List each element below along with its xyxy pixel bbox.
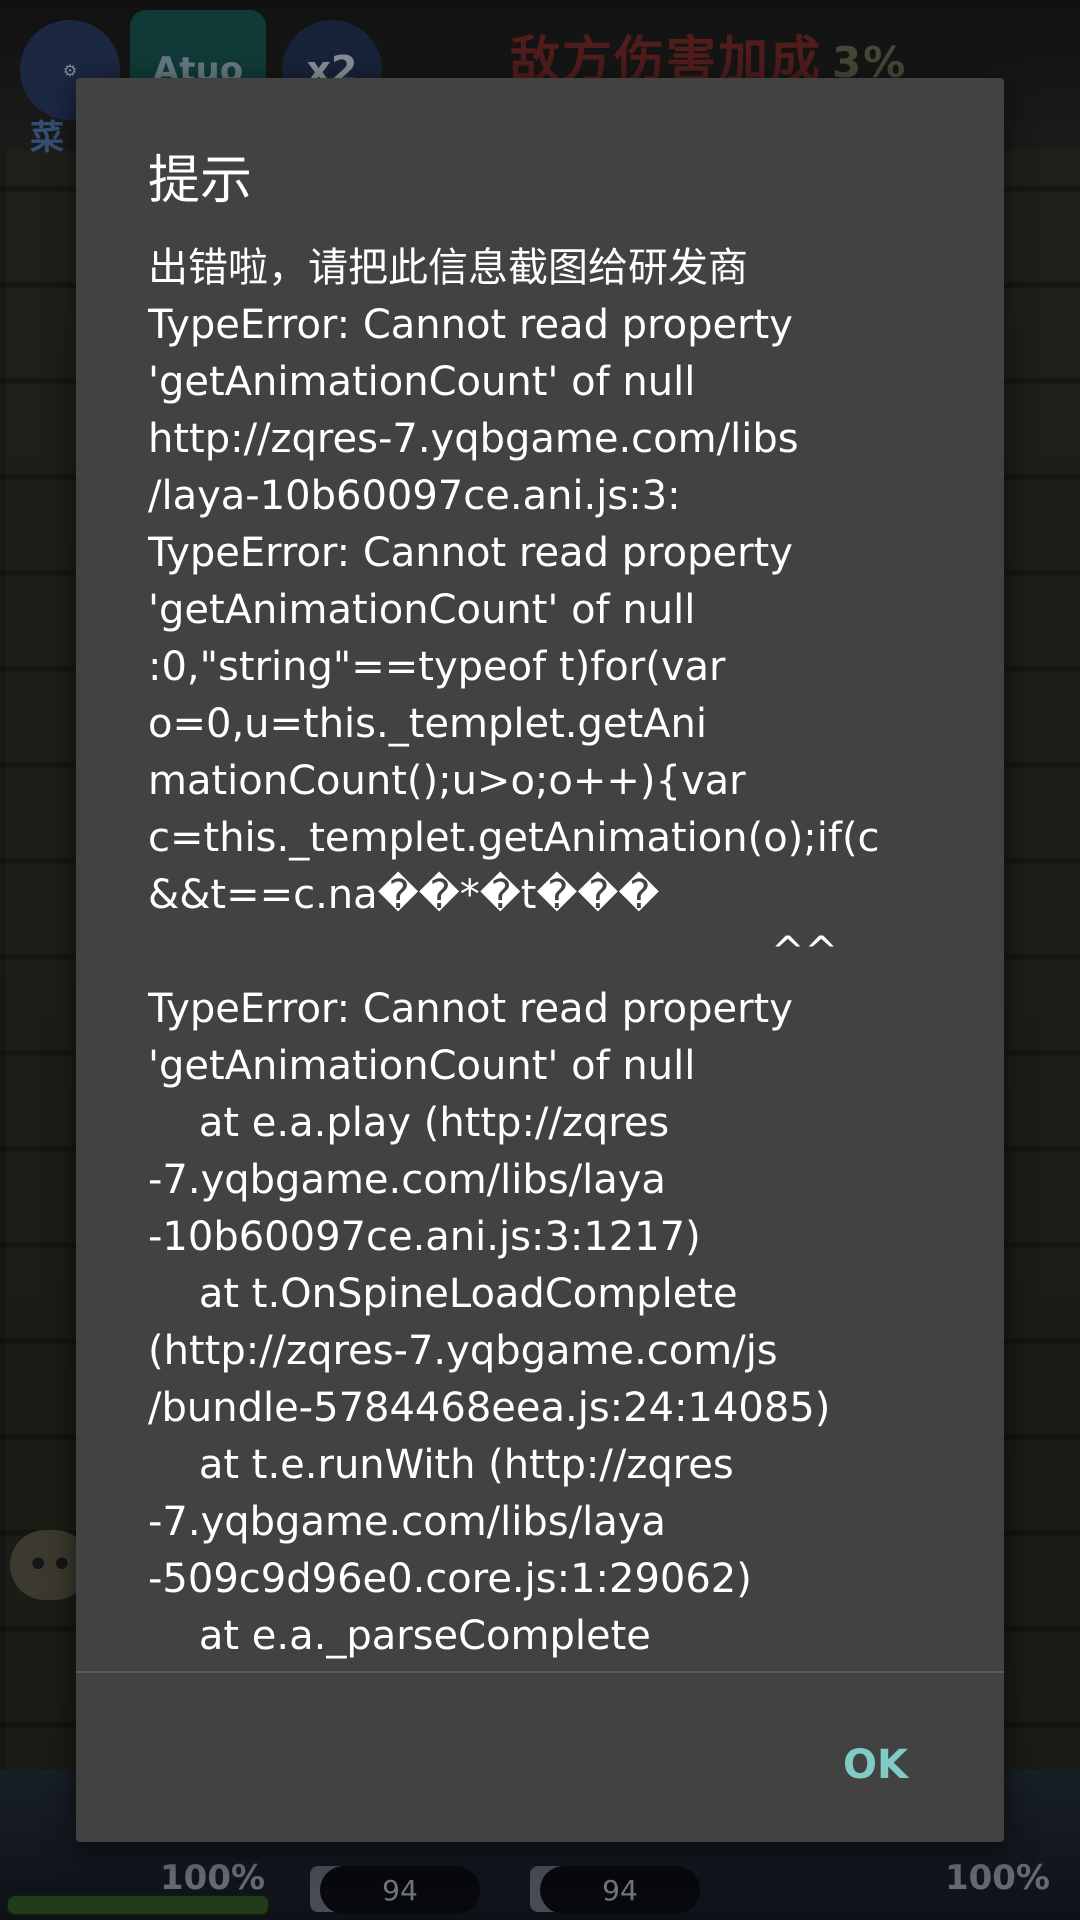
message-line: at t.OnSpineLoadComplete — [148, 1271, 738, 1317]
ok-button[interactable]: OK — [831, 1734, 920, 1796]
message-line: 'getAnimationCount' of null — [148, 359, 696, 405]
message-line: ^^ — [148, 929, 839, 975]
message-line: TypeError: Cannot read property — [148, 986, 793, 1032]
message-line: at e.a._parseComplete — [148, 1613, 651, 1659]
message-line: o=0,u=this._templet.getAni — [148, 701, 708, 747]
message-line: -7.yqbgame.com/libs/laya — [148, 1499, 666, 1545]
message-line: :0,"string"==typeof t)for(var — [148, 644, 726, 690]
message-line: mationCount();u>o;o++){var — [148, 758, 746, 804]
dialog-title: 提示 — [148, 151, 253, 211]
error-dialog: 提示 出错啦，请把此信息截图给研发商 TypeError: Cannot read… — [76, 78, 1004, 1842]
message-line: -509c9d96e0.core.js:1:29062) — [148, 1556, 752, 1602]
message-line: 'getAnimationCount' of null — [148, 587, 696, 633]
message-line: TypeError: Cannot read property — [148, 302, 793, 348]
message-line: /laya-10b60097ce.ani.js:3: — [148, 473, 681, 519]
dialog-divider — [76, 1671, 1004, 1673]
message-line: at e.a.play (http://zqres — [148, 1100, 670, 1146]
message-line: (http://zqres-7.yqbgame.com/js — [148, 1328, 778, 1374]
message-line: at t.e.runWith (http://zqres — [148, 1442, 734, 1488]
dialog-message[interactable]: 出错啦，请把此信息截图给研发商 TypeError: Cannot read pr… — [148, 240, 948, 1664]
message-line: TypeError: Cannot read property — [148, 530, 793, 576]
message-line: http://zqres-7.yqbgame.com/libs — [148, 416, 799, 462]
message-line: &&t==c.na��*�t��� — [148, 872, 660, 918]
message-line: 出错啦，请把此信息截图给研发商 — [148, 245, 748, 291]
message-line: -10b60097ce.ani.js:3:1217) — [148, 1214, 701, 1260]
message-line: /bundle-5784468eea.js:24:14085) — [148, 1385, 831, 1431]
message-line: 'getAnimationCount' of null — [148, 1043, 696, 1089]
message-line: -7.yqbgame.com/libs/laya — [148, 1157, 666, 1203]
message-line: c=this._templet.getAnimation(o);if(c — [148, 815, 880, 861]
